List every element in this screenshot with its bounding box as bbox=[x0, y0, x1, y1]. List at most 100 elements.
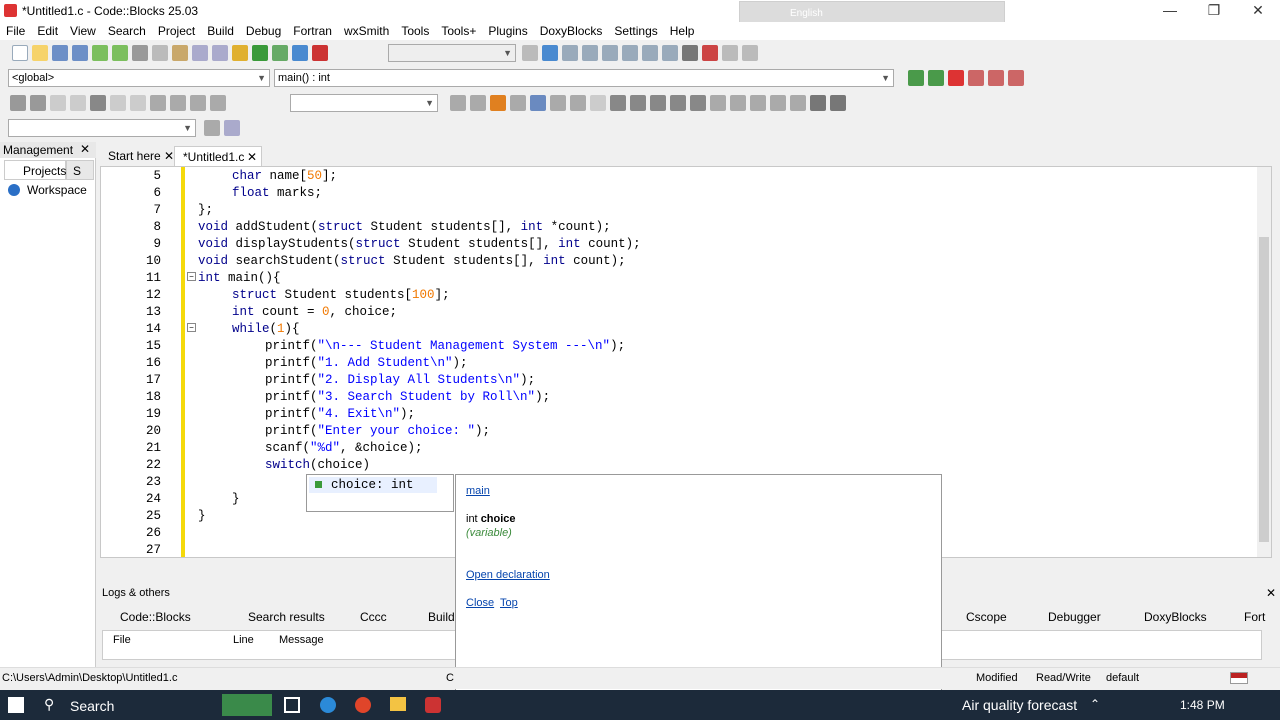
next-line-icon[interactable] bbox=[582, 45, 598, 61]
restore-button[interactable]: ❐ bbox=[1192, 0, 1236, 22]
highlight-icon[interactable] bbox=[130, 95, 146, 111]
c-icon[interactable] bbox=[830, 95, 846, 111]
menu-view[interactable]: View bbox=[64, 22, 102, 40]
match-case-icon[interactable] bbox=[530, 95, 546, 111]
taskbar-search[interactable]: ⚲ Search bbox=[38, 693, 218, 717]
layout2-icon[interactable] bbox=[670, 95, 686, 111]
jump-back-icon[interactable] bbox=[908, 70, 924, 86]
uncomment-icon[interactable] bbox=[70, 95, 86, 111]
weather-text[interactable]: Air quality forecast bbox=[962, 697, 1077, 713]
rebuild-icon[interactable] bbox=[292, 45, 308, 61]
codeblocks-taskbar-icon[interactable] bbox=[425, 697, 441, 713]
tab-start-here[interactable]: Start here ✕ bbox=[100, 146, 180, 166]
close-icon[interactable]: ✕ bbox=[164, 149, 174, 163]
tab-projects[interactable]: Projects bbox=[4, 160, 66, 180]
grid2-icon[interactable] bbox=[630, 95, 646, 111]
task-view-icon[interactable] bbox=[284, 697, 300, 713]
undo-icon[interactable] bbox=[92, 45, 108, 61]
record-icon[interactable] bbox=[170, 95, 186, 111]
highlighter-icon[interactable] bbox=[490, 95, 506, 111]
arrow-left-icon[interactable] bbox=[450, 95, 466, 111]
open-declaration-link[interactable]: Open declaration bbox=[466, 569, 550, 581]
run-to-cursor-icon[interactable] bbox=[562, 45, 578, 61]
pause-icon[interactable] bbox=[682, 45, 698, 61]
menu-settings[interactable]: Settings bbox=[608, 22, 663, 40]
jump-forward-icon[interactable] bbox=[928, 70, 944, 86]
new-file-icon[interactable] bbox=[12, 45, 28, 61]
step-out-icon[interactable] bbox=[622, 45, 638, 61]
menu-project[interactable]: Project bbox=[152, 22, 201, 40]
copy-icon[interactable] bbox=[152, 45, 168, 61]
chrome-icon[interactable] bbox=[355, 697, 371, 713]
save-all-icon[interactable] bbox=[72, 45, 88, 61]
menu-tools[interactable]: Tools bbox=[395, 22, 435, 40]
next-instruction-icon[interactable] bbox=[642, 45, 658, 61]
save-icon[interactable] bbox=[52, 45, 68, 61]
search-icon[interactable] bbox=[224, 120, 240, 136]
various-info-icon[interactable] bbox=[742, 45, 758, 61]
prev-icon[interactable] bbox=[150, 95, 166, 111]
bookmark-clear-icon[interactable] bbox=[1008, 70, 1024, 86]
column-line[interactable]: Line bbox=[233, 634, 254, 646]
scope-link[interactable]: main bbox=[466, 485, 490, 497]
redo-icon[interactable] bbox=[112, 45, 128, 61]
log-tab-debugger[interactable]: Debugger bbox=[1048, 608, 1101, 628]
minimize-button[interactable]: — bbox=[1148, 0, 1192, 22]
menu-help[interactable]: Help bbox=[664, 22, 701, 40]
menu-file[interactable]: File bbox=[0, 22, 31, 40]
column-message[interactable]: Message bbox=[279, 634, 324, 646]
open-file-icon[interactable] bbox=[32, 45, 48, 61]
find-icon[interactable] bbox=[192, 45, 208, 61]
autocomplete-list[interactable]: choice: int bbox=[306, 474, 454, 512]
fold-toggle-icon[interactable]: − bbox=[187, 323, 196, 332]
menu-build[interactable]: Build bbox=[201, 22, 240, 40]
menu-doxyblocks[interactable]: DoxyBlocks bbox=[534, 22, 609, 40]
log-tab-fortran[interactable]: Fort bbox=[1244, 608, 1265, 628]
menu-wxsmith[interactable]: wxSmith bbox=[338, 22, 395, 40]
workspace-tree-item[interactable]: Workspace bbox=[27, 183, 87, 197]
replace-icon[interactable] bbox=[212, 45, 228, 61]
regex-icon[interactable] bbox=[550, 95, 566, 111]
top-link[interactable]: Top bbox=[500, 597, 518, 609]
cut-icon[interactable] bbox=[132, 45, 148, 61]
menu-debug[interactable]: Debug bbox=[240, 22, 287, 40]
file-explorer-icon[interactable] bbox=[390, 697, 406, 711]
step-into-icon[interactable] bbox=[602, 45, 618, 61]
grid-icon[interactable] bbox=[610, 95, 626, 111]
log-tab-search-results[interactable]: Search results bbox=[248, 608, 325, 628]
stop-macro-icon[interactable] bbox=[210, 95, 226, 111]
layout6-icon[interactable] bbox=[750, 95, 766, 111]
menu-plugins[interactable]: Plugins bbox=[482, 22, 533, 40]
close-icon[interactable]: ✕ bbox=[80, 142, 90, 156]
log-tab-build[interactable]: Build bbox=[428, 608, 455, 628]
close-link[interactable]: Close bbox=[466, 597, 494, 609]
menu-fortran[interactable]: Fortran bbox=[287, 22, 338, 40]
layout1-icon[interactable] bbox=[650, 95, 666, 111]
zoom-out-icon[interactable] bbox=[790, 95, 806, 111]
build-run-icon[interactable] bbox=[272, 45, 288, 61]
zoom-in-icon[interactable] bbox=[770, 95, 786, 111]
menu-tools-plus[interactable]: Tools+ bbox=[435, 22, 482, 40]
step-instruction-icon[interactable] bbox=[662, 45, 678, 61]
layout5-icon[interactable] bbox=[730, 95, 746, 111]
select-icon[interactable] bbox=[510, 95, 526, 111]
incremental-search-input[interactable]: ▼ bbox=[8, 119, 196, 137]
remove-breakpoints-icon[interactable] bbox=[30, 95, 46, 111]
function-select[interactable]: main() : int ▼ bbox=[274, 69, 894, 87]
tab-untitled1[interactable]: *Untitled1.c ✕ bbox=[174, 146, 262, 166]
comment-icon[interactable] bbox=[50, 95, 66, 111]
rectangle-icon[interactable] bbox=[590, 95, 606, 111]
fold-icon[interactable] bbox=[90, 95, 106, 111]
editor-vertical-scrollbar[interactable] bbox=[1257, 167, 1271, 557]
scope-select[interactable]: <global> ▼ bbox=[8, 69, 270, 87]
clock[interactable]: 1:48 PM bbox=[1180, 698, 1225, 712]
build-target-select[interactable]: ▼ bbox=[388, 44, 516, 62]
ime-language[interactable]: English bbox=[790, 8, 823, 19]
build-gear-icon[interactable] bbox=[232, 45, 248, 61]
layout4-icon[interactable] bbox=[710, 95, 726, 111]
search-options-icon[interactable] bbox=[204, 120, 220, 136]
tab-symbols[interactable]: S bbox=[66, 160, 94, 180]
cursor-icon[interactable] bbox=[570, 95, 586, 111]
bookmark-next-icon[interactable] bbox=[988, 70, 1004, 86]
arrow-right-icon[interactable] bbox=[470, 95, 486, 111]
